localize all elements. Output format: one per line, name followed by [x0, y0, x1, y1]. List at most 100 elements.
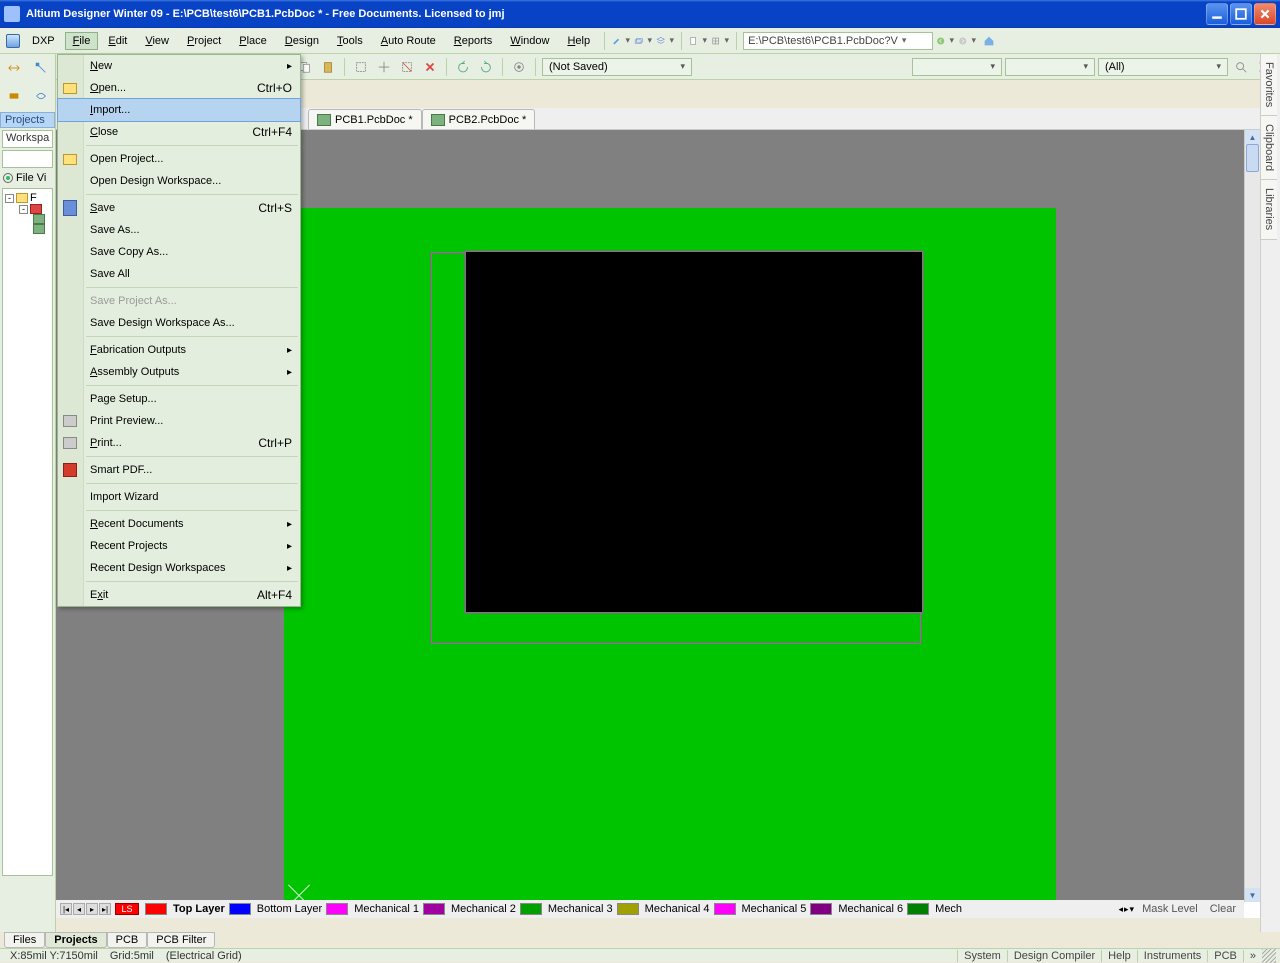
btab-pcb[interactable]: PCB	[107, 932, 148, 948]
file-save[interactable]: SaveCtrl+S	[58, 197, 300, 219]
status-system[interactable]: System	[957, 950, 1007, 962]
btab-files[interactable]: Files	[4, 932, 45, 948]
maximize-button[interactable]	[1230, 3, 1252, 25]
menu-tools[interactable]: Tools	[329, 32, 371, 50]
menu-window[interactable]: Window	[502, 32, 557, 50]
menu-dxp[interactable]: DXP	[24, 32, 63, 50]
tool-grid-icon[interactable]: ▾	[711, 32, 729, 50]
resize-grip-icon[interactable]	[1262, 949, 1276, 963]
layer-ls[interactable]: LS	[115, 903, 139, 915]
projects-panel-header[interactable]: Projects	[0, 112, 55, 128]
menu-file[interactable]: File	[65, 32, 99, 50]
layer-mech3[interactable]: Mechanical 3	[520, 903, 617, 915]
file-recent-projects[interactable]: Recent Projects▸	[58, 535, 300, 557]
paste-icon[interactable]	[318, 57, 338, 77]
file-save-copy-as[interactable]: Save Copy As...	[58, 241, 300, 263]
doctab-pcb1[interactable]: PCB1.PcbDoc *	[308, 109, 422, 129]
layer-mech5[interactable]: Mechanical 5	[714, 903, 811, 915]
file-page-setup[interactable]: Page Setup...	[58, 388, 300, 410]
tool-pencil-icon[interactable]: ▾	[612, 32, 630, 50]
select-rect-icon[interactable]	[351, 57, 371, 77]
undo-icon[interactable]	[453, 57, 473, 77]
layer-mech1[interactable]: Mechanical 1	[326, 903, 423, 915]
filter1-field[interactable]: ▾	[912, 58, 1002, 76]
file-open[interactable]: Open...Ctrl+O	[58, 77, 300, 99]
lefttool-2-icon[interactable]	[31, 57, 53, 79]
scrollbar-vertical[interactable]: ▲ ▼	[1244, 130, 1260, 902]
scroll-v-thumb[interactable]	[1246, 144, 1259, 172]
lefttool-1-icon[interactable]	[3, 57, 25, 79]
settings-icon[interactable]	[509, 57, 529, 77]
layer-bottom[interactable]: Bottom Layer	[229, 903, 326, 915]
layer-scroll-icons[interactable]: ◂▸▾	[1118, 904, 1134, 915]
file-new[interactable]: New▸	[58, 55, 300, 77]
righttab-libraries[interactable]: Libraries	[1261, 180, 1277, 239]
clear-link[interactable]: Clear	[1206, 903, 1240, 915]
layer-mech-more[interactable]: Mech	[907, 903, 966, 915]
nav-back-icon[interactable]: ▾	[936, 32, 954, 50]
scroll-down-button[interactable]: ▼	[1245, 888, 1260, 902]
menu-autoroute[interactable]: Auto Route	[373, 32, 444, 50]
project-field[interactable]	[2, 150, 53, 168]
zoom-icon[interactable]	[1231, 57, 1251, 77]
move-icon[interactable]	[374, 57, 394, 77]
status-instruments[interactable]: Instruments	[1137, 950, 1207, 962]
btab-projects[interactable]: Projects	[45, 932, 106, 948]
doctab-pcb2[interactable]: PCB2.PcbDoc *	[422, 109, 536, 129]
file-save-all[interactable]: Save All	[58, 263, 300, 285]
file-save-as[interactable]: Save As...	[58, 219, 300, 241]
file-close[interactable]: CloseCtrl+F4	[58, 121, 300, 143]
file-print[interactable]: Print...Ctrl+P	[58, 432, 300, 454]
tool-layers-icon[interactable]: ▾	[634, 32, 652, 50]
close-button[interactable]	[1254, 3, 1276, 25]
deselect-icon[interactable]	[397, 57, 417, 77]
file-fabrication-outputs[interactable]: Fabrication Outputs▸	[58, 339, 300, 361]
menu-reports[interactable]: Reports	[446, 32, 501, 50]
tree-child-3[interactable]	[5, 224, 50, 234]
menu-help[interactable]: Help	[559, 32, 598, 50]
snapshot-field[interactable]: (Not Saved)▾	[542, 58, 692, 76]
redo-icon[interactable]	[476, 57, 496, 77]
status-designcompiler[interactable]: Design Compiler	[1007, 950, 1101, 962]
filter2-field[interactable]: ▾	[1005, 58, 1095, 76]
righttab-clipboard[interactable]: Clipboard	[1261, 116, 1277, 180]
address-field[interactable]: E:\PCB\test6\PCB1.PcbDoc?V▾	[743, 32, 933, 50]
menu-project[interactable]: Project	[179, 32, 229, 50]
scrollbar-horizontal[interactable]: |◂◂▸▸| LS Top Layer Bottom Layer Mechani…	[56, 902, 1244, 918]
minimize-button[interactable]	[1206, 3, 1228, 25]
menu-view[interactable]: View	[137, 32, 177, 50]
menu-edit[interactable]: Edit	[100, 32, 135, 50]
file-open-project[interactable]: Open Project...	[58, 148, 300, 170]
file-import-wizard[interactable]: Import Wizard	[58, 486, 300, 508]
scroll-up-button[interactable]: ▲	[1245, 130, 1260, 144]
file-smart-pdf[interactable]: Smart PDF...	[58, 459, 300, 481]
nav-home-icon[interactable]	[980, 32, 998, 50]
status-pcb[interactable]: PCB	[1207, 950, 1243, 962]
lefttool-4-icon[interactable]	[31, 85, 53, 107]
menu-design[interactable]: Design	[277, 32, 327, 50]
file-print-preview[interactable]: Print Preview...	[58, 410, 300, 432]
tree-root-node[interactable]: -F	[5, 192, 50, 204]
mask-level-link[interactable]: Mask Level	[1138, 903, 1202, 915]
layer-mech2[interactable]: Mechanical 2	[423, 903, 520, 915]
file-recent-documents[interactable]: Recent Documents▸	[58, 513, 300, 535]
layer-nav[interactable]: |◂◂▸▸|	[60, 903, 111, 915]
layer-mech6[interactable]: Mechanical 6	[810, 903, 907, 915]
workspace-field[interactable]: Workspa	[2, 130, 53, 148]
file-assembly-outputs[interactable]: Assembly Outputs▸	[58, 361, 300, 383]
file-import[interactable]: Import...	[58, 99, 300, 121]
righttab-favorites[interactable]: Favorites	[1261, 54, 1277, 116]
menu-place[interactable]: Place	[231, 32, 275, 50]
file-exit[interactable]: ExitAlt+F4	[58, 584, 300, 606]
tool-stack-icon[interactable]: ▾	[656, 32, 674, 50]
file-open-workspace[interactable]: Open Design Workspace...	[58, 170, 300, 192]
filter-all-field[interactable]: (All)▾	[1098, 58, 1228, 76]
nav-fwd-icon[interactable]: ▾	[958, 32, 976, 50]
fileview-radio[interactable]: File Vi	[0, 170, 55, 186]
file-save-workspace-as[interactable]: Save Design Workspace As...	[58, 312, 300, 334]
btab-pcbfilter[interactable]: PCB Filter	[147, 932, 215, 948]
status-more-icon[interactable]: »	[1243, 950, 1262, 962]
file-recent-workspaces[interactable]: Recent Design Workspaces▸	[58, 557, 300, 579]
project-tree[interactable]: -F -	[2, 188, 53, 876]
tree-child-1[interactable]: -	[5, 204, 50, 214]
